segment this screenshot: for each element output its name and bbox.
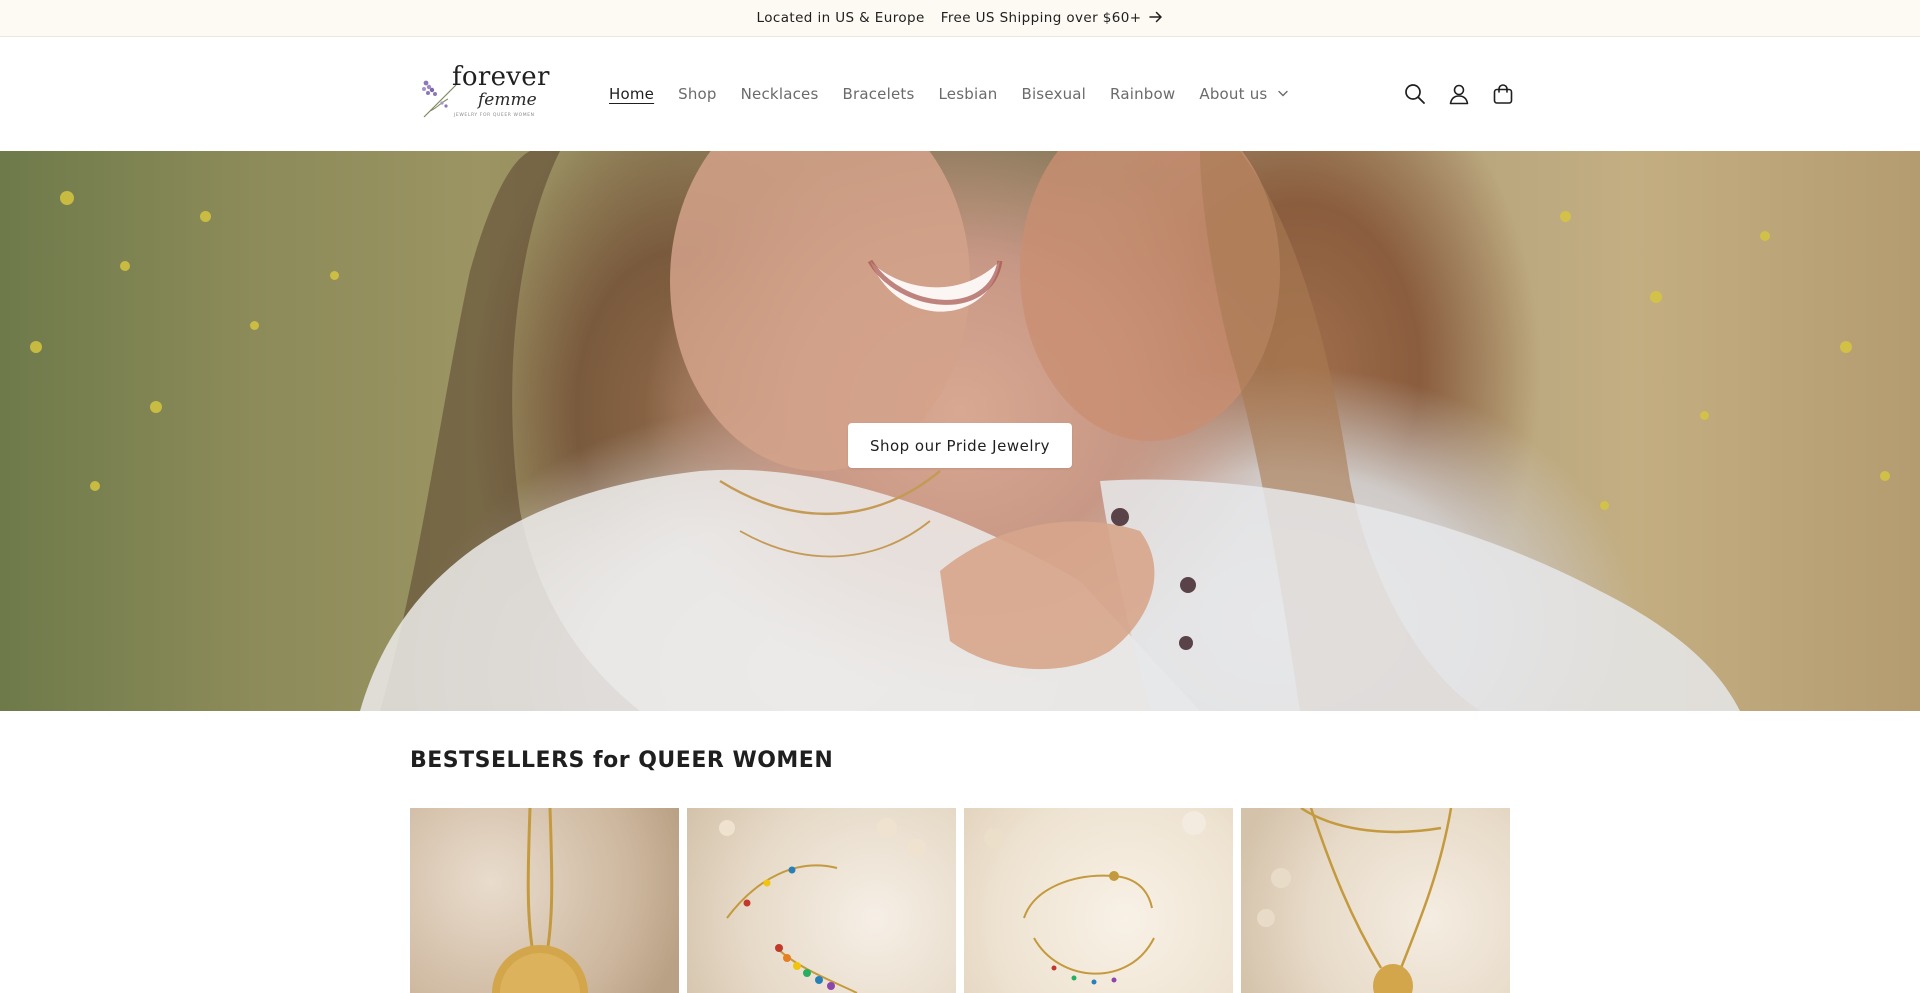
nav-about-us[interactable]: About us <box>1199 85 1289 103</box>
product-card-layered-necklace[interactable] <box>1241 808 1510 993</box>
product-card-coin-necklace[interactable] <box>410 808 679 993</box>
gold-beaded-bracelet-image <box>984 811 1206 985</box>
bestsellers-grid <box>410 808 1510 993</box>
nav-necklaces[interactable]: Necklaces <box>741 85 819 103</box>
chevron-down-icon <box>1278 89 1289 100</box>
arrow-right-icon[interactable] <box>1149 9 1163 27</box>
logo-script: femme <box>478 90 537 110</box>
site-header: forever femme JEWELRY FOR QUEER WOMEN Ho… <box>0 37 1920 151</box>
hero-banner: Shop our Pride Jewelry <box>0 151 1920 711</box>
announcement-location: Located in US & Europe <box>756 10 925 26</box>
account-icon[interactable] <box>1442 77 1476 111</box>
nav-lesbian[interactable]: Lesbian <box>939 85 998 103</box>
product-card-rainbow-bracelet[interactable] <box>687 808 956 993</box>
cart-icon[interactable] <box>1486 77 1520 111</box>
nav-home[interactable]: Home <box>609 85 654 103</box>
main-nav: Home Shop Necklaces Bracelets Lesbian Bi… <box>609 37 1312 151</box>
announcement-bar[interactable]: Located in US & Europe Free US Shipping … <box>0 0 1920 37</box>
nav-bracelets[interactable]: Bracelets <box>842 85 914 103</box>
coin-pendant-necklace-image <box>492 808 588 993</box>
store-logo[interactable]: forever femme JEWELRY FOR QUEER WOMEN <box>420 63 552 125</box>
logo-wordmark: forever <box>452 62 550 92</box>
shop-pride-jewelry-button[interactable]: Shop our Pride Jewelry <box>848 423 1072 468</box>
layered-gold-necklace-image <box>1257 808 1453 993</box>
header-actions <box>1398 77 1530 111</box>
nav-about-us-label: About us <box>1199 85 1268 103</box>
logo-tagline: JEWELRY FOR QUEER WOMEN <box>454 113 535 118</box>
nav-shop[interactable]: Shop <box>678 85 717 103</box>
rainbow-enamel-bracelet-image <box>719 818 926 993</box>
product-card-beaded-bracelet[interactable] <box>964 808 1233 993</box>
search-icon[interactable] <box>1398 77 1432 111</box>
nav-bisexual[interactable]: Bisexual <box>1021 85 1086 103</box>
bestsellers-title: BESTSELLERS for QUEER WOMEN <box>410 748 834 773</box>
nav-rainbow[interactable]: Rainbow <box>1110 85 1175 103</box>
announcement-shipping[interactable]: Free US Shipping over $60+ <box>941 10 1142 26</box>
